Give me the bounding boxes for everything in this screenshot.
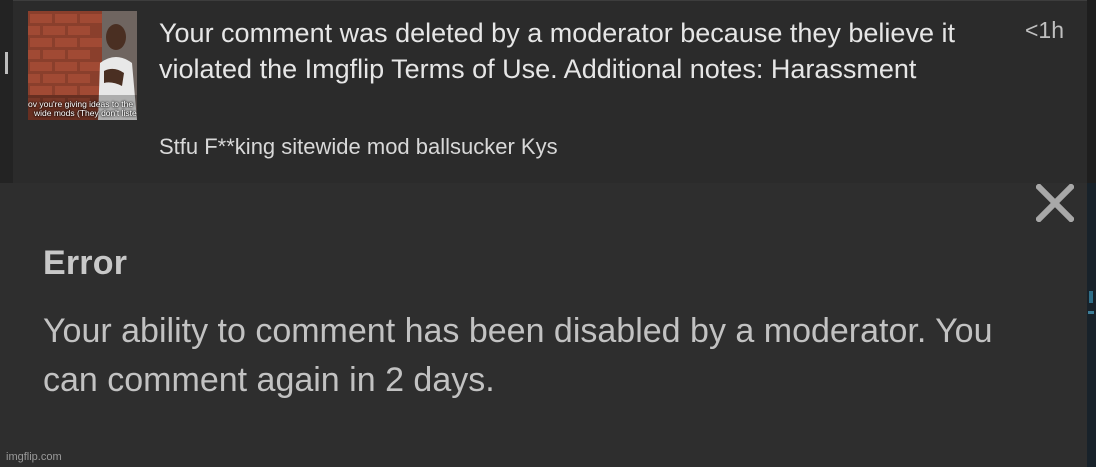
background-edge xyxy=(1087,183,1096,467)
deleted-comment-text[interactable]: Stfu F**king sitewide mod ballsucker Kys xyxy=(159,134,558,160)
meme-thumbnail[interactable]: ov you're giving ideas to the wide mods … xyxy=(28,11,137,120)
background-detail xyxy=(1089,291,1093,303)
dialog-title: Error xyxy=(43,244,128,282)
notification-timestamp: <1h xyxy=(1025,17,1065,43)
right-edge xyxy=(1087,0,1096,183)
notification-item[interactable]: ov you're giving ideas to the wide mods … xyxy=(0,0,1096,183)
thumbnail-caption: ov you're giving ideas to the wide mods … xyxy=(28,100,137,118)
divider xyxy=(13,0,1087,1)
notification-message: Your comment was deleted by a moderator … xyxy=(159,18,955,84)
dialog-message: Your ability to comment has been disable… xyxy=(43,312,993,399)
background-detail xyxy=(1088,311,1094,314)
left-edge xyxy=(0,0,13,183)
scroll-indicator xyxy=(5,52,8,74)
close-icon[interactable] xyxy=(1034,182,1076,224)
imgflip-watermark: imgflip.com xyxy=(6,451,62,463)
thumbnail-caption-line2: wide mods (They don't liste xyxy=(34,108,137,118)
